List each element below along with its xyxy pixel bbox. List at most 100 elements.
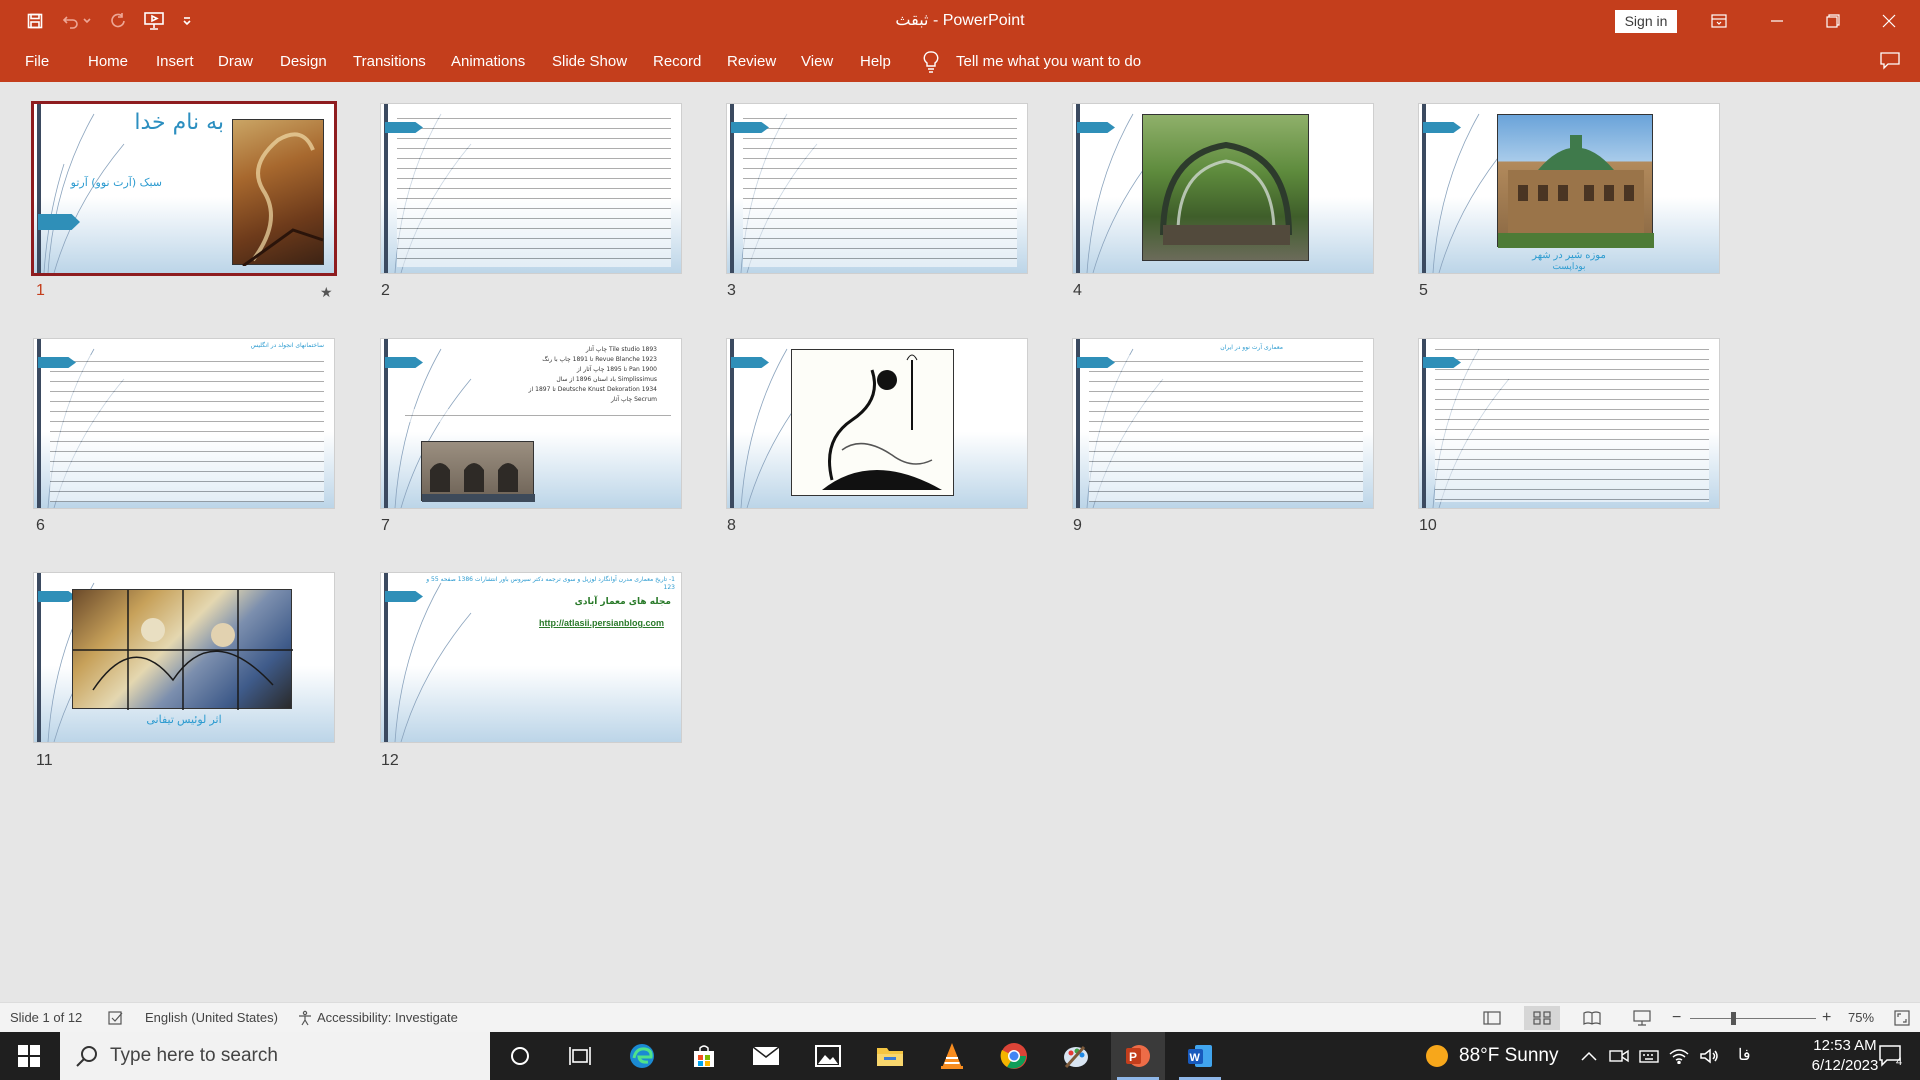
- show-hidden-icons-chevron-icon[interactable]: [1574, 1032, 1604, 1080]
- minimize-icon[interactable]: [1754, 0, 1800, 42]
- language-indicator[interactable]: English (United States): [145, 1003, 278, 1033]
- lightbulb-icon: [923, 51, 939, 78]
- tab-animations[interactable]: Animations: [451, 42, 525, 82]
- volume-icon[interactable]: [1694, 1032, 1724, 1080]
- slide-thumbnail-2[interactable]: [381, 104, 681, 273]
- ribbon-display-options-icon[interactable]: [1696, 0, 1742, 42]
- slide-thumbnail-1[interactable]: به نام خدا سبک (آرت نوو) آرتو: [34, 104, 334, 273]
- restore-icon[interactable]: [1810, 0, 1856, 42]
- undo-dropdown-icon[interactable]: [80, 0, 94, 42]
- photos-icon[interactable]: [801, 1032, 855, 1080]
- slide-thumbnail-12[interactable]: 1- تاریخ معماری مدرن آوانگارد لوزیل و سو…: [381, 573, 681, 742]
- weather-status[interactable]: 88°F Sunny: [1459, 1032, 1559, 1080]
- slide-show-view-button[interactable]: [1624, 1006, 1660, 1030]
- zoom-level[interactable]: 75%: [1848, 1003, 1874, 1033]
- input-language-indicator[interactable]: فا: [1738, 1032, 1751, 1080]
- svg-text:W: W: [1190, 1052, 1201, 1064]
- svg-text:P: P: [1129, 1050, 1137, 1064]
- comments-icon[interactable]: [1880, 52, 1900, 75]
- slide-9-heading: معماری آرت نوو در ایران: [1220, 344, 1283, 351]
- cortana-icon[interactable]: [493, 1032, 547, 1080]
- slide-thumbnail-3[interactable]: [727, 104, 1027, 273]
- microsoft-store-icon[interactable]: [677, 1032, 731, 1080]
- slide-5-caption-line1: موزه شیر در شهر: [1532, 250, 1606, 261]
- accessibility-icon[interactable]: [297, 1010, 313, 1029]
- slide-thumbnail-10[interactable]: [1419, 339, 1719, 508]
- slide-thumbnail-4[interactable]: [1073, 104, 1373, 273]
- notifications-icon[interactable]: 4: [1868, 1032, 1914, 1080]
- slide-thumbnail-9[interactable]: معماری آرت نوو در ایران: [1073, 339, 1373, 508]
- slide-1-title: به نام خدا: [134, 110, 224, 135]
- tab-review[interactable]: Review: [727, 42, 776, 82]
- slide-thumbnail-7[interactable]: Tile studio 1893 چاپ آثار Revue Blanche …: [381, 339, 681, 508]
- start-from-beginning-icon[interactable]: [139, 0, 169, 42]
- zoom-in-icon[interactable]: +: [1822, 1003, 1831, 1033]
- wifi-icon[interactable]: [1664, 1032, 1694, 1080]
- vlc-player-icon[interactable]: [925, 1032, 979, 1080]
- tab-insert[interactable]: Insert: [156, 42, 194, 82]
- tab-file[interactable]: File: [25, 42, 49, 82]
- slide-7-line-5: Deutsche Knust Dekoration 1934 تا 1897 ا…: [528, 386, 657, 393]
- slide-12-link[interactable]: http://atlasii.persianblog.com: [539, 618, 664, 628]
- keyboard-icon[interactable]: [1634, 1032, 1664, 1080]
- slide-11-caption: اثر لوئیس تیفانی: [146, 714, 222, 726]
- slide-12-site-title: مجله های معمار آبادی: [574, 597, 671, 607]
- powerpoint-taskbar-icon[interactable]: P: [1111, 1032, 1165, 1080]
- sign-in-button[interactable]: Sign in: [1615, 10, 1677, 33]
- tab-record[interactable]: Record: [653, 42, 701, 82]
- transition-star-icon: ★: [320, 284, 333, 300]
- slide-number-3: 3: [727, 282, 736, 299]
- metro-entrance-photo: [1142, 114, 1309, 261]
- museum-building-photo: [1497, 114, 1654, 248]
- spelling-check-icon[interactable]: [108, 1010, 124, 1029]
- word-taskbar-icon[interactable]: W: [1173, 1032, 1227, 1080]
- taskbar-search-box[interactable]: Type here to search: [60, 1032, 490, 1080]
- zoom-slider-thumb[interactable]: [1731, 1012, 1736, 1025]
- slide-sorter: به نام خدا سبک (آرت نوو) آرتو 1 ★ 2 3 4 …: [0, 82, 1920, 1002]
- redo-icon[interactable]: [103, 0, 133, 42]
- tab-draw[interactable]: Draw: [218, 42, 253, 82]
- tab-view[interactable]: View: [801, 42, 833, 82]
- fit-to-window-icon[interactable]: [1894, 1010, 1910, 1029]
- close-icon[interactable]: [1866, 0, 1912, 42]
- slide-7-line-3: Pan 1900 تا 1895 چاپ آثار از: [576, 366, 657, 373]
- file-explorer-icon[interactable]: [863, 1032, 917, 1080]
- tab-slide-show[interactable]: Slide Show: [552, 42, 627, 82]
- slide-sorter-view-button[interactable]: [1524, 1006, 1560, 1030]
- normal-view-button[interactable]: [1474, 1006, 1510, 1030]
- tab-design[interactable]: Design: [280, 42, 327, 82]
- save-icon[interactable]: [20, 0, 50, 42]
- slide-12-reference: 1- تاریخ معماری مدرن آوانگارد لوزیل و سو…: [426, 576, 675, 591]
- edge-browser-icon[interactable]: [615, 1032, 669, 1080]
- slide-number-7: 7: [381, 517, 390, 534]
- accessibility-status[interactable]: Accessibility: Investigate: [317, 1003, 458, 1033]
- building-facade-photo: [421, 441, 535, 502]
- reading-view-button[interactable]: [1574, 1006, 1610, 1030]
- zoom-slider-track[interactable]: [1690, 1018, 1816, 1019]
- zoom-out-icon[interactable]: −: [1672, 1003, 1681, 1033]
- weather-sun-icon[interactable]: [1420, 1032, 1454, 1080]
- illustration-image: [791, 349, 954, 496]
- meet-now-icon[interactable]: [1604, 1032, 1634, 1080]
- tab-transitions[interactable]: Transitions: [353, 42, 426, 82]
- slide-thumbnail-6[interactable]: ساختمانهای انجولد در انگلیس: [34, 339, 334, 508]
- tell-me-search[interactable]: Tell me what you want to do: [956, 42, 1141, 82]
- slide-number-1: 1: [36, 282, 45, 299]
- tab-home[interactable]: Home: [88, 42, 128, 82]
- paint-app-icon[interactable]: [1049, 1032, 1103, 1080]
- slide-thumbnail-5[interactable]: موزه شیر در شهر بوداپست: [1419, 104, 1719, 273]
- slide-number-5: 5: [1419, 282, 1428, 299]
- slide-1-subtitle: سبک (آرت نوو) آرتو: [70, 176, 162, 189]
- stained-glass-photo: [72, 589, 293, 710]
- tab-help[interactable]: Help: [860, 42, 891, 82]
- chrome-browser-icon[interactable]: [987, 1032, 1041, 1080]
- slide-thumbnail-8[interactable]: [727, 339, 1027, 508]
- slide-count-label: Slide 1 of 12: [10, 1010, 83, 1025]
- slide-thumbnail-11[interactable]: اثر لوئیس تیفانی: [34, 573, 334, 742]
- slide-5-caption-line2: بوداپست: [1552, 261, 1586, 271]
- windows-start-icon[interactable]: [0, 1032, 58, 1080]
- task-view-icon[interactable]: [553, 1032, 607, 1080]
- customize-toolbar-icon[interactable]: [176, 0, 198, 42]
- slide-number-11: 11: [36, 752, 53, 769]
- mail-icon[interactable]: [739, 1032, 793, 1080]
